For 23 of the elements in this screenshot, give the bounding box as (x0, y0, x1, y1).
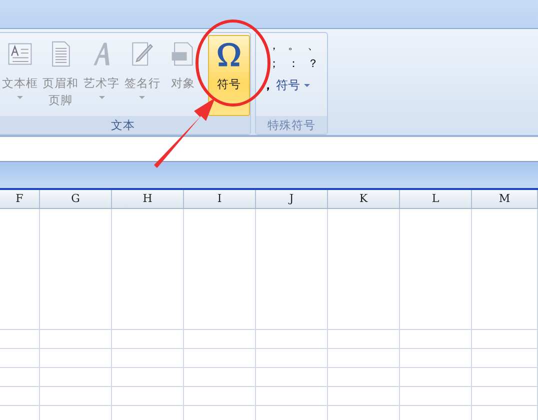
symbol-key[interactable]: ， (264, 39, 284, 53)
symbol-key[interactable]: ， (262, 77, 274, 94)
column-header[interactable]: H (112, 190, 184, 208)
annotation-arrow-overlay (154, 98, 215, 168)
group-label: 特殊符号 (256, 116, 327, 134)
symbol-key[interactable]: ？ (303, 57, 323, 71)
symbol-key[interactable]: 。 (284, 39, 304, 53)
ribbon-button[interactable]: 符号 (208, 35, 250, 116)
column-header[interactable]: G (40, 190, 112, 208)
symbol-menu-button[interactable]: 符号 (276, 77, 310, 94)
symbol-key[interactable]: 、 (303, 39, 323, 53)
column-header[interactable]: L (400, 190, 472, 208)
dropdown-caret-icon (98, 96, 105, 99)
symbol-key[interactable]: ； (264, 57, 284, 71)
column-header[interactable]: K (328, 190, 400, 208)
dropdown-caret-icon (16, 96, 23, 99)
group-label: 文本 (0, 116, 250, 134)
symbol-key[interactable]: ： (284, 57, 304, 71)
dropdown-caret-icon (139, 96, 146, 99)
column-header[interactable]: M (472, 190, 538, 208)
column-header[interactable]: J (256, 190, 328, 208)
column-header[interactable]: I (184, 190, 256, 208)
column-header[interactable]: F (0, 190, 40, 208)
